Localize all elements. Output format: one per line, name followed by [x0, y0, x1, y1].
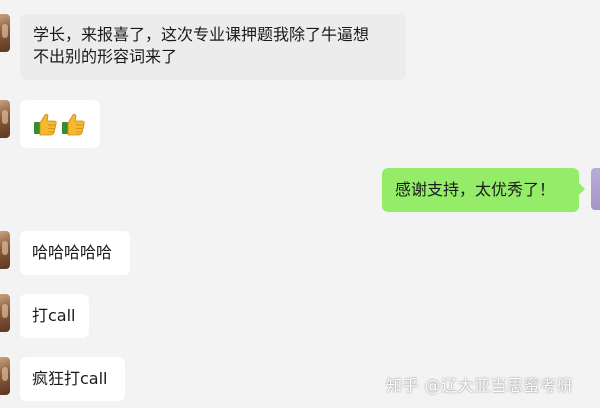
thumbs-up-icon [62, 113, 85, 136]
message-bubble-outgoing[interactable]: 感谢支持，太优秀了！ [382, 168, 585, 212]
sender-avatar[interactable] [0, 14, 10, 52]
message-text-line: 学长，来报喜了，这次专业课押题我除了牛逼想 [33, 25, 370, 44]
message-bubble-incoming[interactable]: 哈哈哈哈哈 [20, 231, 130, 275]
sender-avatar[interactable] [0, 357, 10, 395]
sender-avatar[interactable] [0, 231, 10, 269]
message-text: 哈哈哈哈哈 [32, 243, 113, 262]
sender-avatar[interactable] [0, 100, 10, 138]
message-bubble-incoming[interactable]: 打call [20, 294, 89, 338]
message-bubble-incoming[interactable]: 学长，来报喜了，这次专业课押题我除了牛逼想 不出别的形容词来了 [20, 14, 406, 80]
message-text: 感谢支持，太优秀了！ [395, 180, 556, 199]
message-text: 打call [32, 306, 76, 325]
my-avatar[interactable] [591, 168, 600, 210]
watermark: 知乎 @辽大亚当思蜜考研 [386, 376, 574, 395]
message-text: 疯狂打call [32, 369, 108, 388]
thumbs-up-icon [34, 113, 57, 136]
message-text-line: 不出别的形容词来了 [33, 47, 178, 66]
emoji-group [32, 111, 88, 137]
message-bubble-incoming[interactable] [20, 100, 100, 148]
message-bubble-incoming[interactable]: 疯狂打call [20, 357, 125, 401]
sender-avatar[interactable] [0, 294, 10, 332]
